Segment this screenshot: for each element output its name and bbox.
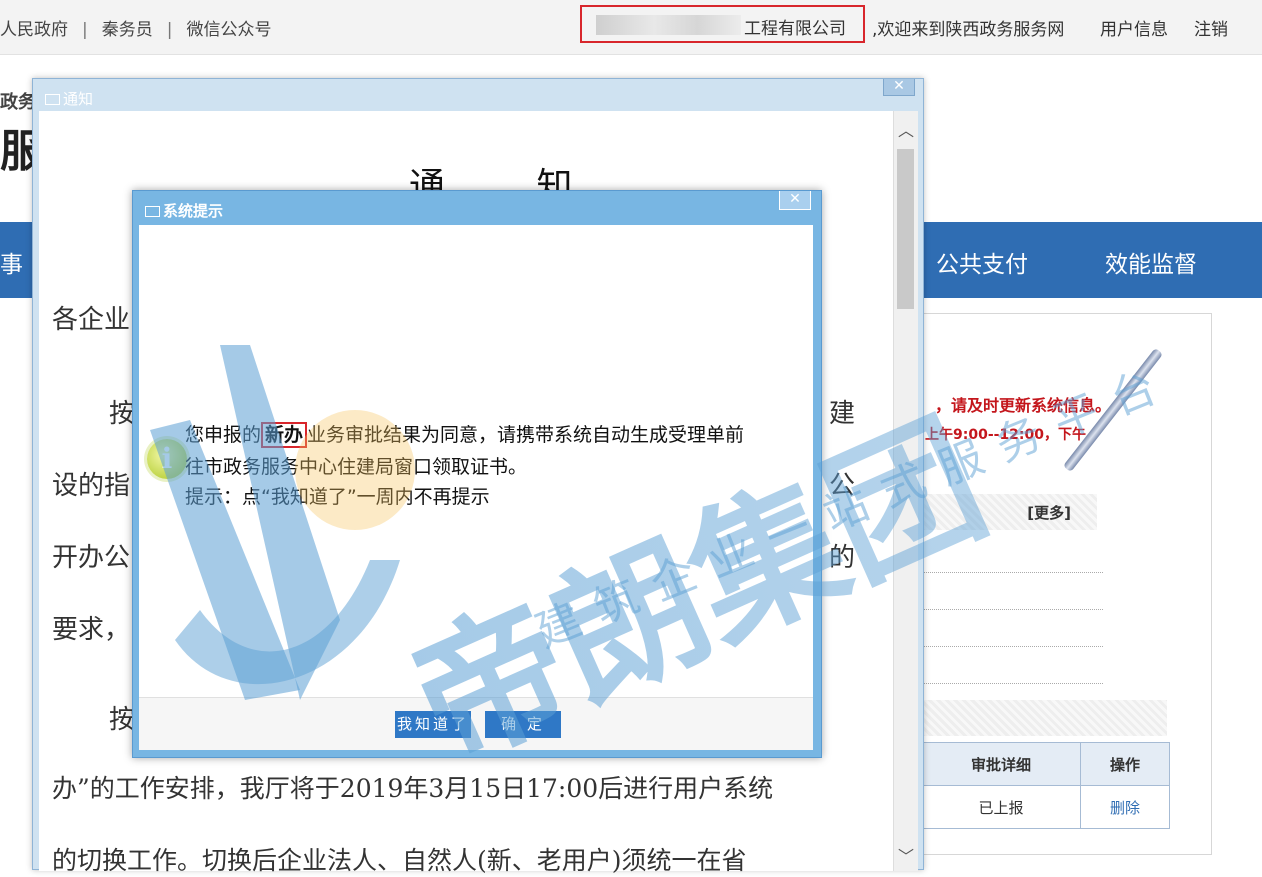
notice-text-line: 要求， xyxy=(52,615,131,645)
confirm-button[interactable]: 确 定 xyxy=(485,711,561,738)
divider xyxy=(921,683,1103,684)
system-prompt-title: 系统提示 xyxy=(145,200,223,221)
notice-text-line: 办”的工作安排，我厅将于2019年3月15日17:00后进行用户系统 xyxy=(52,774,774,803)
notice-text-line: 开办公 xyxy=(52,543,131,573)
notice-text-line: 公 xyxy=(829,471,856,501)
window-icon xyxy=(45,94,60,105)
gov-link[interactable]: 人民政府 xyxy=(0,20,68,40)
nav-item-efficiency[interactable]: 效能监督 xyxy=(1105,245,1197,279)
notice-scrollbar[interactable]: ︿ ﹀ xyxy=(893,111,918,871)
notice-text-line: 的切换工作。切换后企业法人、自然人(新、老用户)须统一在省 xyxy=(52,846,747,875)
welcome-text: ,欢迎来到陕西政务服务网 xyxy=(872,20,1065,40)
table-header: 操作 xyxy=(1080,742,1170,786)
business-type-highlight: 新办 xyxy=(261,422,308,448)
delete-link[interactable]: 删除 xyxy=(1080,785,1170,829)
status-cell: 已上报 xyxy=(921,785,1081,829)
logout-link[interactable]: 注销 xyxy=(1194,15,1228,40)
notice-window-title: 通知 xyxy=(45,88,93,109)
scroll-down-icon[interactable]: ﹀ xyxy=(898,843,914,867)
approval-table: 审批详细 操作 已上报 删除 xyxy=(921,742,1170,829)
update-notice: ，请及时更新系统信息。 xyxy=(935,396,1112,415)
news-header: [更多] xyxy=(921,494,1097,530)
notice-text-line: 各企业 xyxy=(52,305,131,335)
prompt-message-line1: 您申报的 新办 业务审批结果为同意，请携带系统自动生成受理单前 xyxy=(185,422,745,448)
table-row: 已上报 删除 xyxy=(921,785,1170,829)
got-it-button[interactable]: 我知道了 xyxy=(395,711,471,738)
user-info-link[interactable]: 用户信息 xyxy=(1100,15,1168,40)
notice-text-line: 建 xyxy=(829,399,856,429)
nav-item-public-payment[interactable]: 公共支付 xyxy=(936,245,1028,279)
close-icon[interactable]: ✕ xyxy=(779,191,811,210)
right-panel: ，请及时更新系统信息。 上午9:00--12:00，下午 [更多] 审批详细 操… xyxy=(900,313,1212,855)
divider xyxy=(921,609,1103,610)
divider xyxy=(921,572,1103,573)
wechat-link[interactable]: 微信公众号 xyxy=(186,20,271,40)
company-name-redacted xyxy=(596,15,741,35)
table-header-row: 审批详细 操作 xyxy=(921,742,1170,786)
dialog-footer: 我知道了 确 定 xyxy=(139,697,813,750)
qinwuyuan-link[interactable]: 秦务员 xyxy=(102,20,153,40)
more-link[interactable]: [更多] xyxy=(1027,502,1071,523)
scroll-up-icon[interactable]: ︿ xyxy=(898,117,914,141)
close-icon[interactable]: ✕ xyxy=(883,79,915,96)
system-prompt-dialog: 系统提示 ✕ i 您申报的 新办 业务审批结果为同意，请携带系统自动生成受理单前 往… xyxy=(132,190,822,758)
company-name-suffix: 工程有限公司 xyxy=(744,19,846,39)
divider xyxy=(921,646,1103,647)
prompt-hint: 提示：点“我知道了”一周内不再提示 xyxy=(185,486,490,508)
table-header: 审批详细 xyxy=(921,742,1081,786)
office-hours: 上午9:00--12:00，下午 xyxy=(925,427,1087,443)
prompt-message-line2: 往市政务服务中心住建局窗口领取证书。 xyxy=(185,456,528,478)
window-icon xyxy=(145,206,160,217)
notice-text-line: 设的指 xyxy=(52,471,131,501)
company-name-highlight: 工程有限公司 xyxy=(580,5,865,43)
system-prompt-body: i 您申报的 新办 业务审批结果为同意，请携带系统自动生成受理单前 往市政务服务中心… xyxy=(139,225,813,697)
info-icon: i xyxy=(147,439,187,479)
top-links: 人民政府 | 秦务员 | 微信公众号 xyxy=(0,20,272,40)
nav-item-services[interactable]: 事 xyxy=(0,245,23,279)
notice-text-line: 的 xyxy=(829,543,856,573)
scroll-thumb[interactable] xyxy=(897,149,914,309)
section-header xyxy=(921,700,1167,736)
